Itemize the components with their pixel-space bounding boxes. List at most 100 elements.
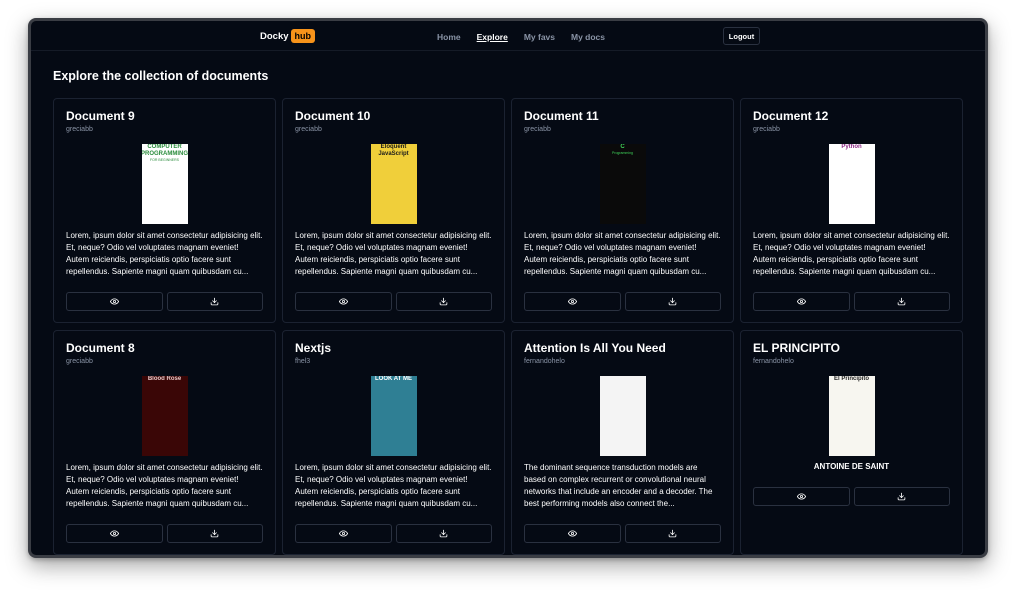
document-author: fernandohelo (524, 358, 565, 365)
cover-container: El Principito (753, 376, 950, 456)
document-cover-image[interactable]: Blood Rose (141, 376, 188, 456)
document-author: greciabb (295, 126, 322, 133)
card-actions (753, 487, 950, 506)
document-title[interactable]: Document 12 (753, 109, 950, 123)
cover-subtitle: Programming (611, 151, 633, 155)
cover-container: Eloquent JavaScript (295, 144, 492, 224)
document-card: Attention Is All You Need fernandohelo T… (511, 330, 734, 555)
nav-link-my-favs[interactable]: My favs (524, 32, 555, 42)
nav-link-home[interactable]: Home (437, 32, 461, 42)
cover-title: LOOK AT ME (375, 376, 412, 382)
logo-badge: hub (290, 29, 316, 43)
download-button[interactable] (853, 487, 950, 506)
document-author: fernandohelo (753, 358, 794, 365)
document-card: Nextjs fhel3 LOOK AT ME Lorem, ipsum dol… (282, 330, 505, 555)
download-icon (439, 529, 448, 538)
document-cover-image[interactable]: El Principito (828, 376, 875, 456)
document-title[interactable]: Document 9 (66, 109, 263, 123)
view-button[interactable] (753, 487, 850, 506)
document-description: Lorem, ipsum dolor sit amet consectetur … (66, 231, 263, 276)
cover-container: C Programming (524, 144, 721, 224)
document-title[interactable]: Attention Is All You Need (524, 341, 721, 355)
browser-window: Docky hub Home Explore My favs My docs L… (28, 18, 988, 558)
nav-link-my-docs[interactable]: My docs (571, 32, 605, 42)
view-button[interactable] (524, 524, 621, 543)
view-button[interactable] (66, 292, 163, 311)
logout-button[interactable]: Logout (723, 27, 760, 45)
download-icon (668, 529, 677, 538)
document-author: fhel3 (295, 358, 311, 365)
eye-icon (338, 298, 348, 305)
cover-title: COMPUTER PROGRAMMING (141, 144, 188, 157)
card-actions (66, 524, 263, 543)
document-author: greciabb (524, 126, 551, 133)
card-actions (295, 292, 492, 311)
cover-container: Blood Rose (66, 376, 263, 456)
logo-text: Docky (260, 30, 289, 42)
download-button[interactable] (166, 524, 263, 543)
eye-icon (338, 530, 348, 537)
document-author: greciabb (66, 126, 93, 133)
download-icon (668, 297, 677, 306)
cover-container: LOOK AT ME (295, 376, 492, 456)
document-title[interactable]: Document 11 (524, 109, 721, 123)
document-title[interactable]: Document 8 (66, 341, 263, 355)
document-grid: Document 9 greciabb COMPUTER PROGRAMMING… (53, 98, 963, 555)
document-description: Lorem, ipsum dolor sit amet consectetur … (753, 231, 950, 276)
cover-subtitle: FOR BEGINNERS (150, 158, 179, 162)
document-cover-image[interactable]: COMPUTER PROGRAMMING FOR BEGINNERS (141, 144, 188, 224)
cover-title: Python (841, 144, 862, 150)
eye-icon (796, 493, 806, 500)
navbar: Docky hub Home Explore My favs My docs L… (31, 21, 985, 51)
cover-container: Python (753, 144, 950, 224)
download-icon (210, 529, 219, 538)
view-button[interactable] (753, 292, 850, 311)
document-cover-image[interactable]: Eloquent JavaScript (370, 144, 417, 224)
document-description: Lorem, ipsum dolor sit amet consectetur … (295, 463, 492, 508)
cover-container (524, 376, 721, 456)
cover-title: Eloquent JavaScript (378, 144, 409, 157)
document-title[interactable]: Document 10 (295, 109, 492, 123)
card-actions (295, 524, 492, 543)
document-title[interactable]: Nextjs (295, 341, 492, 355)
document-cover-image[interactable] (599, 376, 646, 456)
download-button[interactable] (395, 292, 492, 311)
download-button[interactable] (166, 292, 263, 311)
logo[interactable]: Docky hub (260, 29, 316, 43)
cover-title: C (620, 144, 625, 150)
card-actions (753, 292, 950, 311)
document-title[interactable]: EL PRINCIPITO (753, 341, 950, 355)
document-cover-image[interactable]: LOOK AT ME (370, 376, 417, 456)
view-button[interactable] (295, 292, 392, 311)
cover-container: COMPUTER PROGRAMMING FOR BEGINNERS (66, 144, 263, 224)
download-icon (439, 297, 448, 306)
document-cover-image[interactable]: Python (828, 144, 875, 224)
eye-icon (567, 298, 577, 305)
download-button[interactable] (624, 292, 721, 311)
cover-title: El Principito (833, 376, 869, 382)
document-description: Lorem, ipsum dolor sit amet consectetur … (295, 231, 492, 276)
document-subtitle: ANTOINE DE SAINT (813, 462, 890, 471)
view-button[interactable] (295, 524, 392, 543)
download-button[interactable] (624, 524, 721, 543)
download-button[interactable] (395, 524, 492, 543)
cover-title: Blood Rose (147, 376, 182, 382)
card-actions (524, 292, 721, 311)
download-button[interactable] (853, 292, 950, 311)
document-card: EL PRINCIPITO fernandohelo El Principito… (740, 330, 963, 555)
document-description: Lorem, ipsum dolor sit amet consectetur … (524, 231, 721, 276)
view-button[interactable] (524, 292, 621, 311)
document-description: Lorem, ipsum dolor sit amet consectetur … (66, 463, 263, 508)
document-author: greciabb (753, 126, 780, 133)
eye-icon (109, 530, 119, 537)
page-title: Explore the collection of documents (53, 69, 269, 83)
document-author: greciabb (66, 358, 93, 365)
eye-icon (567, 530, 577, 537)
document-card: Document 8 greciabb Blood Rose Lorem, ip… (53, 330, 276, 555)
document-cover-image[interactable]: C Programming (599, 144, 646, 224)
eye-icon (796, 298, 806, 305)
document-description: The dominant sequence transduction model… (524, 463, 713, 508)
document-card: Document 12 greciabb Python Lorem, ipsum… (740, 98, 963, 323)
view-button[interactable] (66, 524, 163, 543)
nav-link-explore[interactable]: Explore (477, 32, 508, 42)
